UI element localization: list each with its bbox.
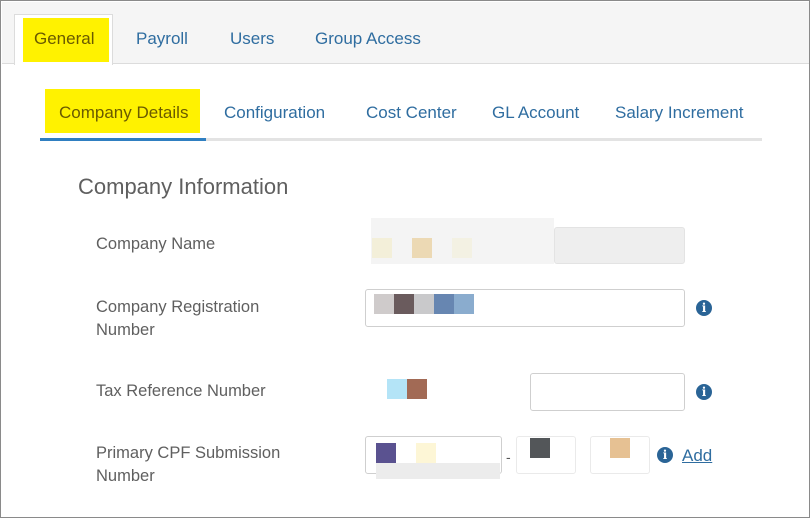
tab-configuration-label: Configuration	[224, 103, 326, 122]
redacted-block	[416, 443, 436, 463]
add-link[interactable]: Add	[682, 446, 712, 466]
redacted-block	[372, 238, 392, 258]
tab-cost-center[interactable]: Cost Center	[366, 87, 457, 141]
redacted-block	[412, 238, 432, 258]
tax-reference-field[interactable]	[530, 373, 685, 411]
tab-group-access-label: Group Access	[315, 29, 421, 48]
info-icon[interactable]: i	[657, 447, 673, 463]
info-icon[interactable]: i	[696, 384, 712, 400]
redacted-block	[434, 294, 454, 314]
info-icon[interactable]: i	[696, 300, 712, 316]
cpf-submission-label: Primary CPF Submission Number	[96, 444, 281, 485]
tab-gl-account-label: GL Account	[492, 103, 580, 122]
tab-salary-increment-label: Salary Increment	[615, 103, 744, 122]
app-window: General Payroll Users Group Access Compa…	[0, 0, 810, 518]
redacted-block	[374, 294, 394, 314]
company-name-field[interactable]	[554, 227, 685, 264]
company-name-label: Company Name	[96, 235, 216, 253]
tax-reference-label: Tax Reference Number	[96, 382, 266, 400]
redacted-block	[530, 438, 550, 458]
tab-gl-account[interactable]: GL Account	[492, 87, 579, 141]
separator-dash: -	[506, 449, 511, 465]
tab-salary-increment[interactable]: Salary Increment	[615, 87, 744, 141]
redacted-block	[454, 294, 474, 314]
tab-users-label: Users	[230, 29, 275, 48]
tab-company-details[interactable]: Company Details	[40, 87, 206, 141]
redacted-block	[610, 438, 630, 458]
redacted-block	[376, 443, 396, 463]
registration-number-label: Company Registration Number	[96, 298, 260, 339]
redacted-block	[387, 379, 407, 399]
redacted-block	[394, 294, 414, 314]
tab-payroll-label: Payroll	[136, 29, 188, 48]
redacted-block	[414, 294, 434, 314]
tab-configuration[interactable]: Configuration	[224, 87, 325, 141]
section-title: Company Information	[78, 174, 289, 199]
redacted-block	[407, 379, 427, 399]
tab-general-label: General	[34, 29, 95, 48]
redacted-block	[452, 238, 472, 258]
redacted-block	[376, 463, 500, 479]
tab-cost-center-label: Cost Center	[366, 103, 457, 122]
tab-company-details-label: Company Details	[59, 103, 189, 122]
